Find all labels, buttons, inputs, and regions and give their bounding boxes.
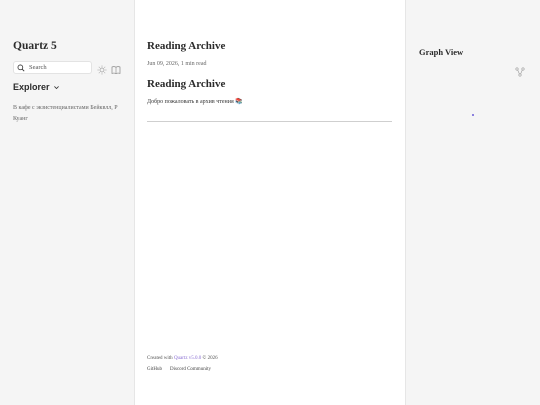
discord-link[interactable]: Discord Community: [170, 367, 211, 372]
sun-icon: [97, 65, 107, 75]
footer-links: GitHub Discord Community: [147, 367, 211, 372]
theme-toggle-button[interactable]: [97, 62, 107, 75]
divider: [147, 121, 392, 122]
page-title: Reading Archive: [147, 40, 226, 52]
book-icon: [111, 66, 121, 74]
github-link[interactable]: GitHub: [147, 367, 162, 372]
graph-icon: [515, 67, 525, 77]
main-content: Reading Archive Jun 09, 2026, 1 min read…: [135, 0, 405, 405]
quartz-link[interactable]: Quartz v5.0.0: [174, 356, 201, 361]
content-paragraph: Добро пожаловать в архив чтения 📚: [147, 99, 243, 105]
footer-created-prefix: Created with: [147, 356, 174, 361]
article-meta: Jun 09, 2026, 1 min read: [147, 61, 207, 67]
search-icon: [17, 59, 25, 77]
footer-credit: Created with Quartz v5.0.0 © 2026: [147, 356, 218, 361]
explorer-label: Explorer: [13, 82, 50, 92]
left-sidebar: Quartz 5 Search Explorer В кафе с экзист…: [0, 0, 135, 405]
graph-node[interactable]: [472, 114, 474, 116]
search-placeholder: Search: [29, 64, 47, 71]
explorer-toggle[interactable]: Explorer: [13, 82, 60, 92]
reader-mode-button[interactable]: [111, 62, 121, 74]
page: Quartz 5 Search Explorer В кафе с экзист…: [0, 0, 540, 405]
chevron-down-icon: [53, 85, 59, 89]
search-input[interactable]: Search: [13, 61, 92, 74]
content-heading: Reading Archive: [147, 78, 226, 90]
right-sidebar: Graph View: [405, 0, 540, 405]
explorer-item[interactable]: В кафе с экзистенциалистами Бейквлл, Р К…: [13, 103, 125, 125]
site-title[interactable]: Quartz 5: [13, 40, 57, 52]
global-graph-button[interactable]: [515, 64, 525, 77]
graph-view-title: Graph View: [419, 47, 464, 57]
footer-created-suffix: © 2026: [201, 356, 218, 361]
